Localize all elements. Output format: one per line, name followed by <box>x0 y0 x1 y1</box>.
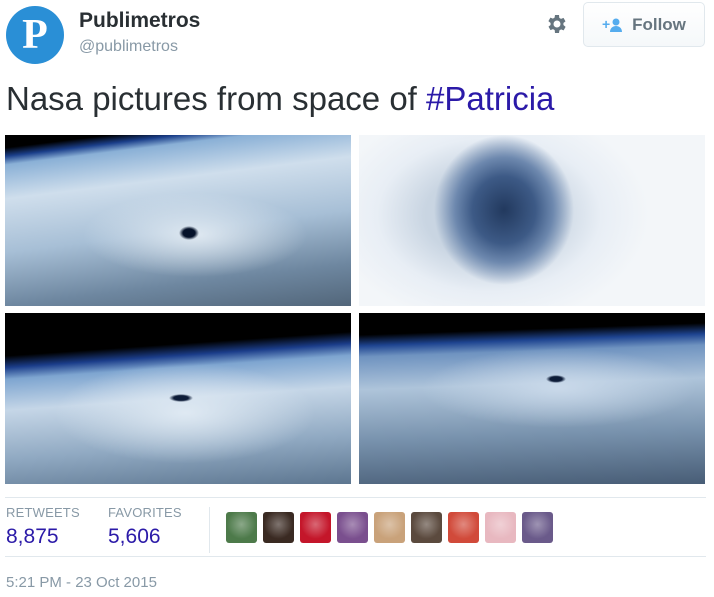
favoriter-avatar[interactable] <box>485 512 516 543</box>
follow-label: Follow <box>632 14 686 34</box>
gear-icon[interactable] <box>544 12 568 36</box>
user-handle[interactable]: @publimetros <box>79 38 178 56</box>
favoriter-avatar[interactable] <box>337 512 368 543</box>
favorites-count: 5,606 <box>108 525 161 548</box>
retweets-stat[interactable]: RETWEETS 8,875 <box>6 505 80 549</box>
follow-button[interactable]: + Follow <box>583 2 705 47</box>
add-user-icon: + <box>602 17 624 33</box>
tweet-photo-3[interactable] <box>5 313 351 484</box>
tweet-photo-4[interactable] <box>359 313 705 484</box>
favorites-label: FAVORITES <box>108 505 182 520</box>
profile-avatar[interactable]: P <box>6 6 64 64</box>
favoriter-avatar[interactable] <box>263 512 294 543</box>
retweets-count: 8,875 <box>6 525 59 548</box>
hashtag-link[interactable]: #Patricia <box>426 80 554 117</box>
stats-separator <box>209 507 210 553</box>
favoriter-avatar[interactable] <box>300 512 331 543</box>
tweet-body: Nasa pictures from space of <box>6 80 427 117</box>
divider <box>5 497 706 498</box>
display-name[interactable]: Publimetros <box>79 9 200 33</box>
svg-text:+: + <box>602 17 610 32</box>
avatar-letter: P <box>22 12 48 58</box>
retweets-label: RETWEETS <box>6 505 80 520</box>
favoriter-avatar[interactable] <box>522 512 553 543</box>
favoriters-list <box>226 512 553 543</box>
tweet-photo-2[interactable] <box>359 135 705 306</box>
favoriter-avatar[interactable] <box>374 512 405 543</box>
tweet-timestamp[interactable]: 5:21 PM - 23 Oct 2015 <box>6 574 157 591</box>
tweet-text: Nasa pictures from space of #Patricia <box>6 80 554 118</box>
favoriter-avatar[interactable] <box>226 512 257 543</box>
tweet-photo-1[interactable] <box>5 135 351 306</box>
divider <box>5 556 706 557</box>
favorites-stat[interactable]: FAVORITES 5,606 <box>108 505 182 549</box>
favoriter-avatar[interactable] <box>411 512 442 543</box>
favoriter-avatar[interactable] <box>448 512 479 543</box>
